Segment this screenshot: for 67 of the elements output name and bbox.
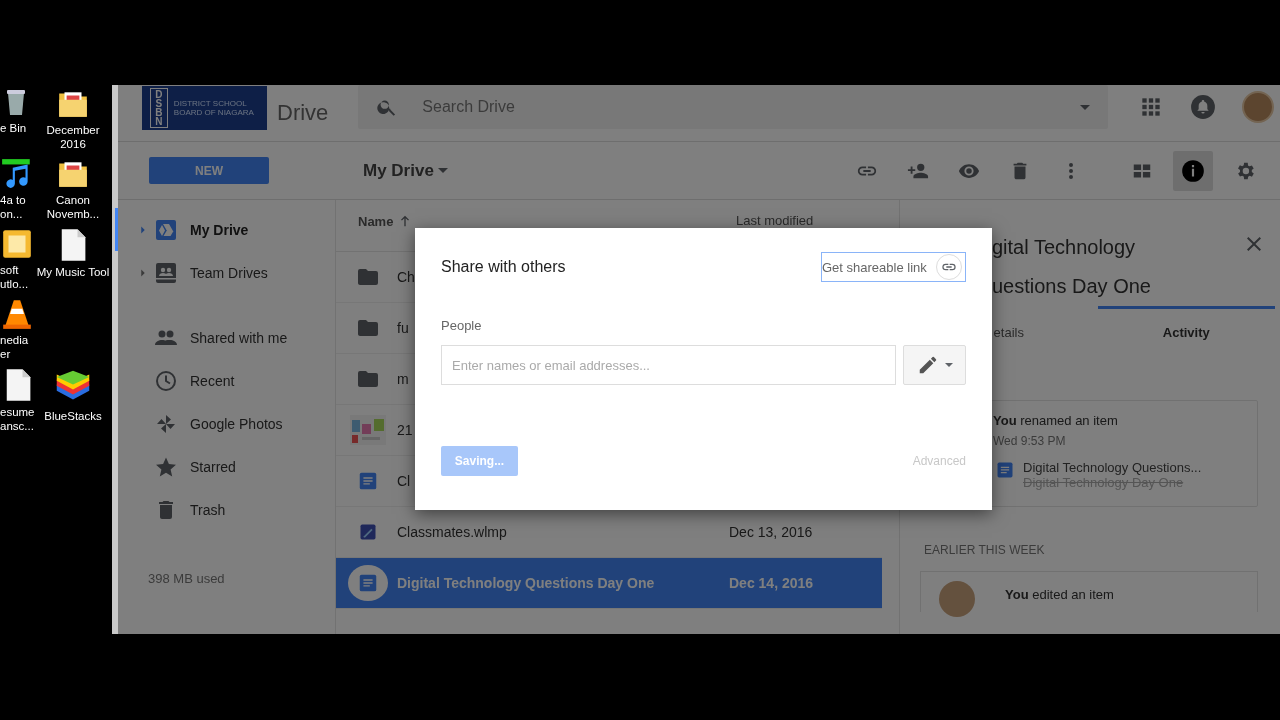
tab[interactable]: etails [920, 306, 1098, 348]
file-name: Digital Technology Questions Day One [397, 575, 655, 591]
team-drive-icon [154, 260, 178, 285]
permission-dropdown[interactable] [903, 345, 966, 385]
app-name: Drive [277, 100, 329, 126]
tab[interactable]: Activity [1097, 306, 1275, 348]
field-label: People [441, 318, 483, 333]
document-icon [995, 460, 1015, 480]
sidebar-item[interactable]: My Drive [115, 208, 335, 251]
logo[interactable]: DSBN DISTRICT SCHOOL BOARD OF NIAGARA [142, 86, 267, 130]
dialog-title: Share with others [441, 258, 566, 276]
modified-date: Dec 14, 2016 [729, 575, 814, 591]
video-file-icon [358, 522, 378, 542]
section-heading: EARLIER THIS WEEK [924, 543, 1046, 557]
file-name: 21 [397, 422, 413, 438]
storage-usage: 398 MB used [148, 571, 226, 586]
new-button[interactable]: NEW [149, 157, 269, 184]
desktop-icon-label[interactable]: nedia er [0, 333, 34, 361]
desktop-icon-label[interactable]: My Music Tool [36, 265, 110, 279]
sidebar-item[interactable]: Recent [118, 359, 235, 402]
details-title: gital Technology [992, 235, 1136, 260]
caret-icon [944, 363, 953, 367]
drive-icon [154, 217, 178, 242]
file-name: Ch [397, 269, 415, 285]
info-button[interactable] [1173, 150, 1213, 191]
document-icon [0, 227, 34, 261]
document-icon [357, 572, 379, 594]
desktop-icon-label[interactable]: BlueStacks [44, 409, 102, 423]
search-bar[interactable]: Search Drive [358, 85, 1109, 129]
traffic-cone-icon [0, 297, 34, 331]
activity-text: You renamed an item [993, 413, 1119, 428]
desktop-icon-label[interactable]: e Bin [0, 121, 27, 135]
desktop-icon-label[interactable]: 4a to on... [0, 193, 34, 221]
sidebar-item[interactable]: Trash [118, 488, 226, 531]
search-field[interactable]: Search Drive [420, 97, 1059, 117]
file-name: fu [397, 320, 409, 336]
caret-icon [1080, 104, 1091, 110]
people-input-field[interactable]: Enter names or email addresses... [441, 345, 896, 385]
desktop-icon-label[interactable]: December 2016 [34, 123, 112, 151]
breadcrumb[interactable]: My Drive [357, 159, 454, 182]
sidebar-item[interactable]: Google Photos [118, 402, 283, 445]
desktop-icon-label[interactable]: Canon Novemb... [34, 193, 112, 221]
more-icon [1068, 162, 1073, 179]
file-name: m [397, 371, 409, 387]
desktop-icon-label[interactable]: soft utlo... [0, 263, 34, 291]
modified-date: Dec 13, 2016 [729, 524, 813, 540]
item-name[interactable]: Digital Technology Questions... [1023, 460, 1202, 475]
info-icon [1180, 157, 1206, 184]
file-name: Cl [397, 473, 411, 489]
avatar[interactable] [1242, 91, 1275, 123]
avatar [939, 581, 975, 617]
details-title: uestions Day One [992, 274, 1151, 299]
caret-icon [437, 168, 448, 173]
column-header: Last modified [736, 213, 814, 228]
sidebar-item[interactable]: Team Drives [118, 251, 335, 294]
document-icon [357, 470, 379, 492]
shareable-link-button[interactable]: Get shareable link [821, 252, 966, 282]
sidebar-item[interactable]: Shared with me [118, 316, 288, 359]
file-row[interactable]: Digital Technology Questions Day One Dec 14, 2016 [336, 558, 882, 609]
desktop-icon-label[interactable]: esume ansc... [0, 405, 35, 433]
column-header[interactable]: Name [358, 213, 736, 229]
activity-text: You edited an item [1005, 586, 1114, 602]
clock-icon [154, 368, 178, 393]
bell-icon [1190, 94, 1217, 120]
sidebar-item[interactable]: Starred [118, 445, 236, 488]
file-name: Classmates.wlmp [397, 524, 507, 540]
activity-time: Wed 9:53 PM [993, 434, 1067, 448]
